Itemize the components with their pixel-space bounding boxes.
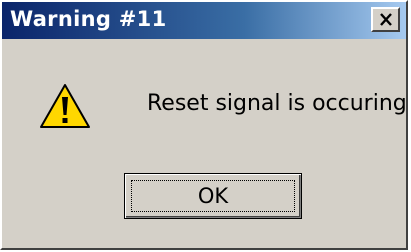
warning-message: Reset signal is occuring	[147, 91, 407, 116]
close-button[interactable]	[371, 7, 400, 32]
warning-dialog: Warning #11 Reset signal is occuring OK	[0, 0, 408, 250]
window-title: Warning #11	[10, 7, 167, 31]
warning-icon	[39, 82, 91, 130]
ok-button-label: OK	[197, 184, 229, 208]
ok-button[interactable]: OK	[124, 173, 302, 219]
title-bar[interactable]: Warning #11	[2, 2, 406, 39]
close-icon	[379, 13, 393, 26]
